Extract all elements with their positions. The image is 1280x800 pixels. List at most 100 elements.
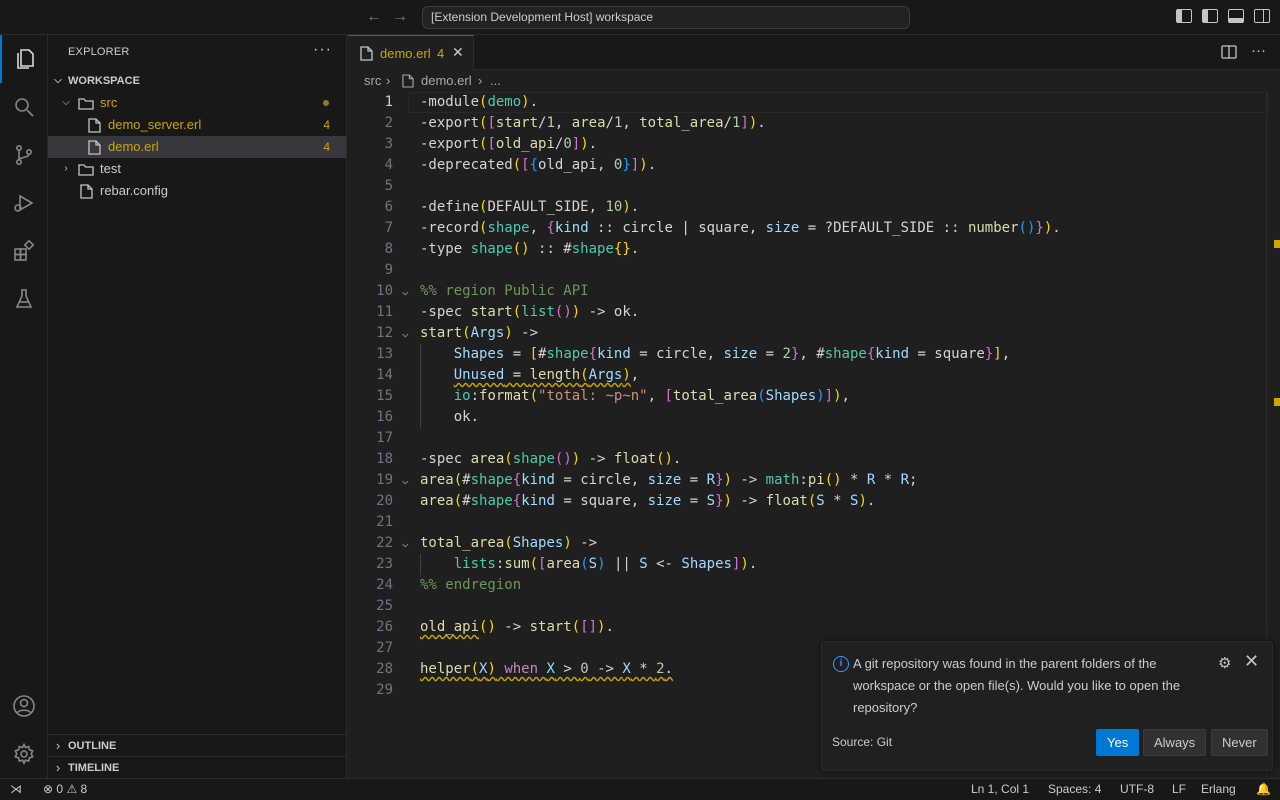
editor-actions: ··· [1221,43,1266,62]
code-line[interactable]: 6 -define(DEFAULT_SIDE, 10). [348,197,1268,218]
breadcrumb-folder[interactable]: src [364,70,381,92]
code-line[interactable]: 15 io:format("total: ~p~n", [total_area(… [348,386,1268,407]
never-button[interactable]: Never [1211,729,1268,756]
timeline-section[interactable]: › TIMELINE [48,756,346,778]
toggle-panel-icon[interactable] [1228,9,1244,23]
fold-chevron-icon[interactable]: ⌵ [402,470,409,491]
line-number: 12 [376,325,393,341]
close-icon[interactable]: ✕ [452,44,464,61]
code-line[interactable]: 13 Shapes = [#shape{kind = circle, size … [348,344,1268,365]
fold-chevron-icon[interactable]: ⌵ [402,533,409,554]
split-editor-icon[interactable] [1221,45,1237,62]
yes-button[interactable]: Yes [1096,729,1140,756]
outline-section[interactable]: › OUTLINE [48,734,346,756]
code-line[interactable]: 20 area(#shape{kind = square, size = S}) … [348,491,1268,512]
title-bar: ← → [Extension Development Host] workspa… [0,0,1280,35]
line-number: 26 [376,619,393,635]
chevron-right-icon: › [55,760,61,775]
breadcrumb-more[interactable]: ... [490,70,501,92]
indentation[interactable]: Spaces: 4 [1048,779,1101,800]
line-number: 2 [384,115,393,131]
code-line[interactable]: 22 ⌵ total_area(Shapes) -> [348,533,1268,554]
chevron-down-icon: ⌵ [54,75,62,86]
command-center[interactable]: [Extension Development Host] workspace [422,6,910,29]
code-line[interactable]: 9 [348,260,1268,281]
code-line[interactable]: 5 [348,176,1268,197]
fold-chevron-icon[interactable]: ⌵ [402,281,409,302]
chevron-right-icon: › [55,738,61,753]
code-text: -deprecated([{old_api, 0}]). [420,157,657,173]
line-number: 3 [384,136,393,152]
language-mode[interactable]: Erlang [1201,779,1236,800]
more-actions-icon[interactable]: ··· [1251,43,1266,62]
forward-arrow-icon[interactable]: → [391,8,409,26]
end-of-line[interactable]: LF [1172,779,1186,800]
chevron-down-icon: ⌵ [62,97,70,108]
code-line[interactable]: 14 Unused = length(Args), [348,365,1268,386]
code-line[interactable]: 18 -spec area(shape()) -> float(). [348,449,1268,470]
line-number: 4 [384,157,393,173]
line-number: 1 [384,94,393,110]
problems-status[interactable]: ⊗ 0 ⚠ 8 [43,779,87,800]
line-number: 25 [376,598,393,614]
notifications-bell-icon[interactable]: 🔔 [1256,779,1271,800]
tree-folder-test[interactable]: › test [48,158,346,180]
breadcrumb-file[interactable]: demo.erl [421,70,472,92]
code-line[interactable]: 19 ⌵ area(#shape{kind = circle, size = R})… [348,470,1268,491]
back-arrow-icon[interactable]: ← [365,8,383,26]
encoding[interactable]: UTF-8 [1120,779,1154,800]
remote-icon[interactable]: ⋊ [10,779,22,800]
testing-icon[interactable] [0,275,48,323]
explorer-icon[interactable] [0,35,48,83]
cursor-position[interactable]: Ln 1, Col 1 [971,779,1029,800]
code-line[interactable]: 7 -record(shape, {kind :: circle | square… [348,218,1268,239]
code-line[interactable]: 1 -module(demo). [348,92,1268,113]
source-control-icon[interactable] [0,131,48,179]
always-button[interactable]: Always [1143,729,1207,756]
notification-source: Source: Git [832,735,893,749]
code-line[interactable]: 26 old_api() -> start([]). [348,617,1268,638]
code-line[interactable]: 21 [348,512,1268,533]
code-line[interactable]: 10 ⌵ %% region Public API [348,281,1268,302]
code-line[interactable]: 25 [348,596,1268,617]
fold-chevron-icon[interactable]: ⌵ [402,323,409,344]
tree-file-rebar[interactable]: rebar.config [48,180,346,202]
line-number: 29 [376,682,393,698]
tree-file-demo[interactable]: demo.erl 4 [48,136,346,158]
breadcrumb: src › demo.erl › ... [348,70,1280,92]
file-icon [360,46,373,64]
accounts-icon[interactable] [0,682,48,730]
toggle-primary-sidebar-icon[interactable] [1202,9,1218,23]
code-line[interactable]: 3 -export([old_api/0]). [348,134,1268,155]
code-line[interactable]: 24 %% endregion [348,575,1268,596]
close-icon[interactable]: ✕ [1244,651,1259,672]
extensions-icon[interactable] [0,227,48,275]
line-number: 19 [376,472,393,488]
line-number: 8 [384,241,393,257]
code-line[interactable]: 12 ⌵ start(Args) -> [348,323,1268,344]
customize-layout-icon[interactable] [1176,9,1192,23]
toggle-secondary-sidebar-icon[interactable] [1254,9,1270,23]
more-actions-icon[interactable]: ··· [313,41,332,59]
gear-icon[interactable]: ⚙ [1218,654,1231,672]
line-number: 20 [376,493,393,509]
code-line[interactable]: 11 -spec start(list()) -> ok. [348,302,1268,323]
code-line[interactable]: 16 ok. [348,407,1268,428]
code-text: area(#shape{kind = square, size = S}) ->… [420,493,876,509]
code-line[interactable]: 4 -deprecated([{old_api, 0}]). [348,155,1268,176]
code-line[interactable]: 17 [348,428,1268,449]
code-line[interactable]: 23 lists:sum([area(S) || S <- Shapes]). [348,554,1268,575]
line-number: 10 [376,283,393,299]
settings-gear-icon[interactable] [0,730,48,778]
run-debug-icon[interactable] [0,179,48,227]
code-line[interactable]: 8 -type shape() :: #shape{}. [348,239,1268,260]
error-icon: ⊗ [43,782,54,796]
tree-file-demo-server[interactable]: demo_server.erl 4 [48,114,346,136]
tab-demo-erl[interactable]: demo.erl 4 ✕ [348,35,474,70]
workspace-header[interactable]: ⌵ WORKSPACE [48,70,346,92]
line-number: 15 [376,388,393,404]
code-text: -export([old_api/0]). [420,136,598,152]
code-line[interactable]: 2 -export([start/1, area/1, total_area/1]… [348,113,1268,134]
tree-folder-src[interactable]: ⌵ src [48,92,346,114]
search-icon[interactable] [0,83,48,131]
